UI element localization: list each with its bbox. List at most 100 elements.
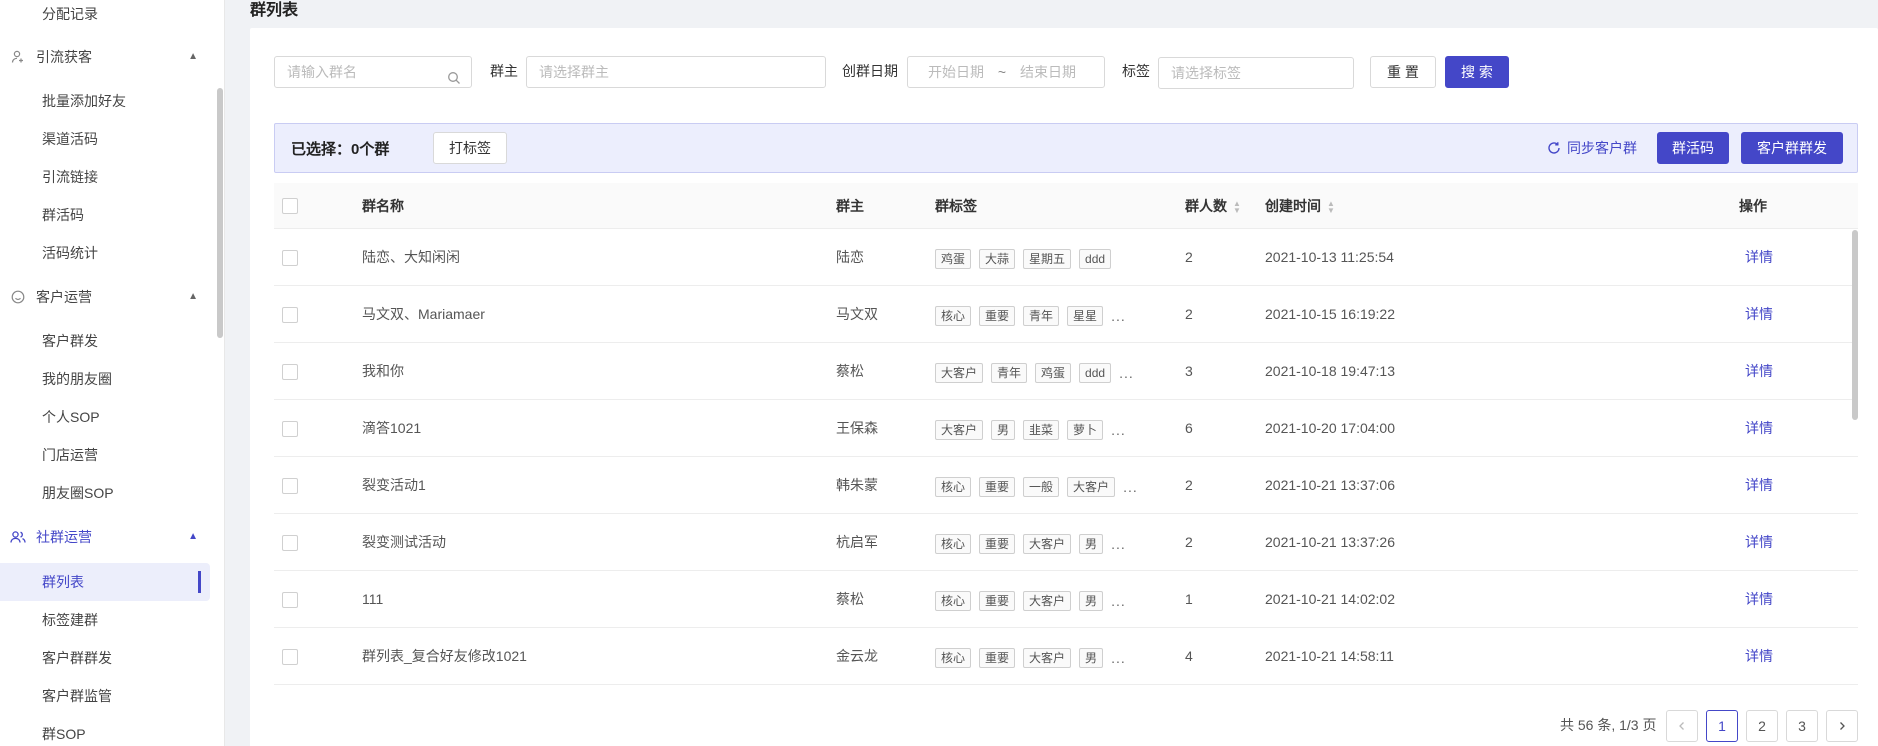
sidebar-item-group-broadcast[interactable]: 客户群群发 — [42, 648, 112, 668]
detail-link[interactable]: 详情 — [1745, 419, 1773, 437]
column-member-count[interactable]: 群人数 ▲ ▼ — [1185, 197, 1241, 215]
sidebar-item-customer-broadcast[interactable]: 客户群发 — [42, 331, 98, 351]
tag-label: 标签 — [1122, 63, 1150, 79]
user-plus-icon — [10, 49, 26, 65]
chevron-up-icon: ▲ — [188, 291, 198, 302]
owner-cell: 陆恋 — [836, 249, 864, 265]
detail-link[interactable]: 详情 — [1745, 248, 1773, 266]
group-qrcode-button[interactable]: 群活码 — [1657, 132, 1729, 164]
more-tags-ellipsis: ... — [1111, 593, 1126, 609]
tag-list: 鸡蛋 大蒜 星期五 ddd — [935, 249, 1119, 269]
tag-chip: ddd — [1079, 363, 1112, 383]
group-name-cell: 我和你 — [362, 363, 404, 379]
sidebar-group-customer-ops[interactable]: 客户运营 ▲ — [10, 286, 210, 308]
group-name-cell: 陆恋、大知闲闲 — [362, 249, 460, 265]
row-checkbox[interactable] — [282, 250, 298, 266]
group-name-cell: 裂变活动1 — [362, 477, 426, 493]
tag-select[interactable]: 请选择标签 — [1158, 57, 1354, 89]
sidebar-group-traffic[interactable]: 引流获客 ▲ — [10, 46, 210, 68]
tag-list: 核心 重要 大客户男... — [935, 534, 1126, 554]
member-count-label: 群人数 — [1185, 198, 1227, 214]
owner-cell: 杭启军 — [836, 534, 878, 550]
tag-chip: 一般 — [1023, 477, 1060, 497]
sidebar-item-traffic-link[interactable]: 引流链接 — [42, 167, 98, 187]
more-tags-ellipsis: ... — [1111, 650, 1126, 666]
sidebar-item-moments-sop[interactable]: 朋友圈SOP — [42, 483, 114, 503]
row-checkbox[interactable] — [282, 649, 298, 665]
group-name-input[interactable]: 请输入群名 — [274, 56, 472, 88]
detail-link[interactable]: 详情 — [1745, 476, 1773, 494]
search-button[interactable]: 搜 索 — [1445, 56, 1509, 88]
sidebar-active-indicator — [198, 571, 201, 593]
prev-page-button[interactable] — [1666, 710, 1698, 742]
sort-icon[interactable]: ▲ ▼ — [1327, 200, 1335, 215]
sidebar-item-batch-add[interactable]: 批量添加好友 — [42, 91, 126, 111]
row-checkbox[interactable] — [282, 478, 298, 494]
column-created-time[interactable]: 创建时间 ▲ ▼ — [1265, 197, 1335, 215]
page-button-2[interactable]: 2 — [1746, 710, 1778, 742]
owner-cell: 蔡松 — [836, 363, 864, 379]
table-row: 滴答1021 王保森 6 2021-10-20 17:04:00 详情 大客户男韭菜 萝卜.… — [274, 400, 1858, 457]
row-checkbox[interactable] — [282, 307, 298, 323]
reset-button[interactable]: 重 置 — [1370, 56, 1436, 88]
sidebar-item-code-stats[interactable]: 活码统计 — [42, 243, 98, 263]
tag-chip: 星星 — [1067, 306, 1104, 326]
sidebar-item-store-ops[interactable]: 门店运营 — [42, 445, 98, 465]
sidebar-group-community-ops[interactable]: 社群运营 ▲ — [10, 526, 210, 548]
search-icon[interactable] — [447, 65, 461, 95]
page-button-3[interactable]: 3 — [1786, 710, 1818, 742]
chevron-left-icon — [1679, 722, 1684, 730]
more-tags-ellipsis: ... — [1111, 308, 1126, 324]
detail-link[interactable]: 详情 — [1745, 590, 1773, 608]
row-checkbox[interactable] — [282, 535, 298, 551]
next-page-button[interactable] — [1826, 710, 1858, 742]
detail-link[interactable]: 详情 — [1745, 533, 1773, 551]
row-checkbox[interactable] — [282, 592, 298, 608]
table-header: 群名称 群主 群标签 群人数 ▲ ▼ 创建时间 ▲ ▼ 操作 — [274, 183, 1858, 229]
tag-button[interactable]: 打标签 — [433, 132, 507, 164]
tag-chip: 青年 — [991, 363, 1028, 383]
group-name-cell: 马文双、Mariamaer — [362, 306, 485, 322]
sidebar-group-label: 客户运营 — [36, 289, 92, 305]
sidebar-item-tag-group[interactable]: 标签建群 — [42, 610, 98, 630]
tag-list: 核心 重要 大客户男... — [935, 591, 1126, 611]
detail-link[interactable]: 详情 — [1745, 305, 1773, 323]
sidebar-item-moments[interactable]: 我的朋友圈 — [42, 369, 112, 389]
tag-chip: 核心 — [935, 534, 972, 554]
page-button-1[interactable]: 1 — [1706, 710, 1738, 742]
tag-list: 核心 重要 大客户男... — [935, 648, 1126, 668]
date-range-picker[interactable]: 开始日期 ~ 结束日期 — [907, 56, 1105, 88]
pagination-total: 共 56 条, 1/3 页 — [1560, 717, 1657, 733]
sidebar-item-group-monitor[interactable]: 客户群监管 — [42, 686, 112, 706]
sidebar-item-group-sop[interactable]: 群SOP — [42, 724, 86, 744]
select-all-checkbox[interactable] — [282, 198, 298, 214]
tag-list: 核心 重要 一般 大客户... — [935, 477, 1138, 497]
table-scrollbar[interactable] — [1852, 230, 1858, 420]
group-broadcast-button[interactable]: 客户群群发 — [1741, 132, 1843, 164]
sidebar-item-group-qrcode[interactable]: 群活码 — [42, 205, 84, 225]
sidebar-item-assign-records[interactable]: 分配记录 — [42, 4, 98, 24]
group-name-cell: 群列表_复合好友修改1021 — [362, 648, 527, 664]
table-row: 111 蔡松 1 2021-10-21 14:02:02 详情 核心 重要 大客户男... — [274, 571, 1858, 628]
detail-link[interactable]: 详情 — [1745, 647, 1773, 665]
page-title: 群列表 — [250, 2, 299, 19]
sidebar-item-personal-sop[interactable]: 个人SOP — [42, 407, 100, 427]
tag-chip: 男 — [991, 420, 1016, 440]
selection-bar: 已选择：0个群 打标签 同步客户群 群活码 客户群群发 — [274, 123, 1858, 173]
owner-cell: 蔡松 — [836, 591, 864, 607]
sidebar-group-label: 社群运营 — [36, 529, 92, 545]
owner-select[interactable]: 请选择群主 — [526, 56, 826, 88]
end-date-placeholder: 结束日期 — [1019, 64, 1076, 80]
row-checkbox[interactable] — [282, 364, 298, 380]
tag-chip: 大客户 — [935, 420, 984, 440]
row-checkbox[interactable] — [282, 421, 298, 437]
sync-groups-button[interactable]: 同步客户群 — [1547, 138, 1637, 158]
created-time-cell: 2021-10-21 14:02:02 — [1265, 591, 1395, 607]
sidebar-item-channel-code[interactable]: 渠道活码 — [42, 129, 98, 149]
sidebar-item-group-list[interactable]: 群列表 — [42, 572, 84, 592]
tag-chip: 重要 — [979, 306, 1016, 326]
sidebar-scrollbar[interactable] — [217, 88, 223, 338]
member-count-cell: 2 — [1185, 534, 1193, 550]
sort-icon[interactable]: ▲ ▼ — [1233, 200, 1241, 215]
detail-link[interactable]: 详情 — [1745, 362, 1773, 380]
